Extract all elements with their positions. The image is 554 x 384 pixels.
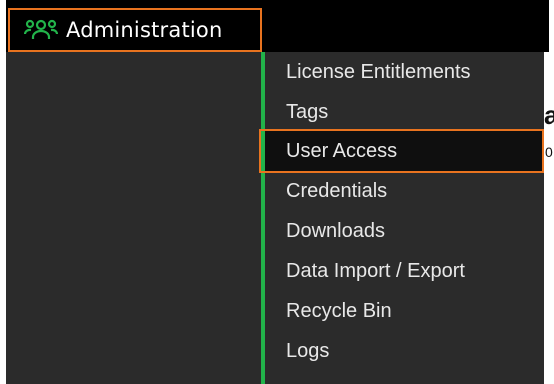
submenu-item-credentials[interactable]: Credentials [265,171,544,211]
background-text-fragment: 0 [545,144,553,160]
administration-submenu: License Entitlements Tags User Access Cr… [261,52,544,384]
submenu-item-logs[interactable]: Logs [265,331,544,371]
sidebar-edge [0,0,6,384]
submenu-item-tags[interactable]: Tags [265,92,544,132]
sidebar-panel [6,52,261,384]
administration-menu-button[interactable]: Administration [8,8,262,52]
submenu-item-recycle-bin[interactable]: Recycle Bin [265,291,544,331]
active-item-highlight [259,129,544,173]
submenu-item-downloads[interactable]: Downloads [265,211,544,251]
administration-label: Administration [66,18,223,42]
submenu-item-data-import-export[interactable]: Data Import / Export [265,251,544,291]
submenu-accent-line [261,52,265,384]
background-heading-fragment: a [544,100,554,130]
submenu-item-license-entitlements[interactable]: License Entitlements [265,52,544,92]
users-group-icon [24,17,60,43]
